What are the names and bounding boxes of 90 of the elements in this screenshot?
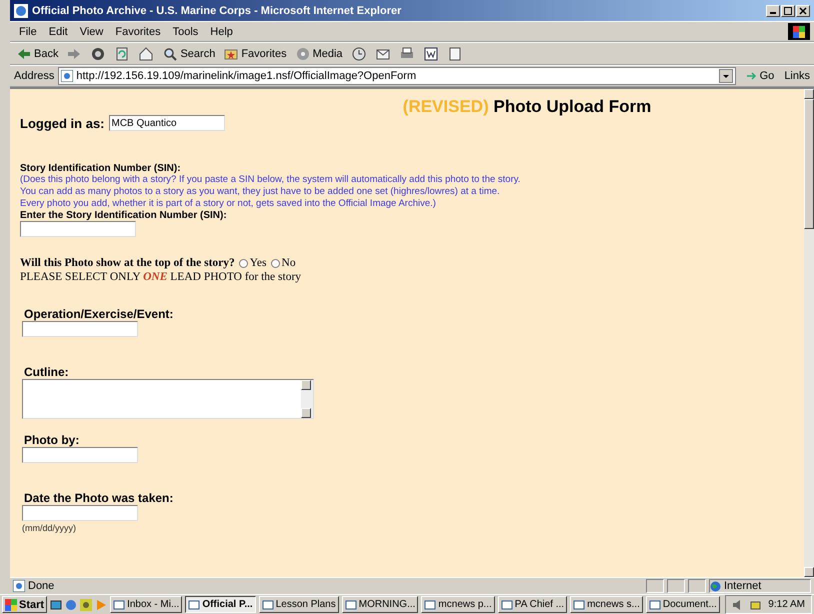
field-label: Photo by:	[24, 433, 80, 447]
taskbar-button[interactable]: Document...	[646, 596, 720, 613]
lead-question: Will this Photo show at the top of the story?	[20, 257, 235, 269]
clock: 9:12 AM	[768, 599, 805, 610]
taskbar-button[interactable]: Official P...	[185, 596, 256, 613]
taskbar-button[interactable]: mcnews s...	[570, 596, 643, 613]
radio-label: No	[282, 257, 296, 269]
windows-logo-icon	[5, 598, 17, 610]
window-icon	[424, 598, 436, 610]
menu-item[interactable]: Help	[205, 26, 238, 38]
status-text: Done	[28, 580, 56, 592]
menu-item[interactable]: Favorites	[110, 26, 166, 38]
text-field[interactable]	[22, 321, 138, 337]
taskbar-button[interactable]: mcnews p...	[421, 596, 495, 613]
document-edit-icon	[422, 46, 439, 62]
stop-icon	[90, 46, 106, 62]
menu-item[interactable]: File	[14, 26, 42, 38]
sin-note: You can add as many photos to a story as you want, they just have to be added one set (highres/lowres) at a time.	[20, 186, 501, 198]
sin-title: Story Identification Number (SIN):	[20, 163, 182, 174]
app-icon[interactable]	[80, 598, 92, 610]
refresh-icon	[114, 46, 130, 62]
status-panel	[646, 579, 664, 593]
window-icon	[344, 598, 357, 610]
cutline-field[interactable]	[22, 379, 314, 419]
page-icon	[61, 70, 74, 82]
minimize-icon	[770, 12, 776, 14]
window-icon	[113, 598, 126, 610]
globe-icon	[710, 580, 721, 592]
minimize-button[interactable]	[766, 4, 780, 16]
address-field[interactable]: http://192.156.19.109/marinelink/image1.nsf/OfficialImage?OpenForm	[58, 67, 736, 85]
close-icon	[799, 6, 807, 14]
taskbar-button[interactable]: PA Chief ...	[498, 596, 568, 613]
caret-icon	[722, 74, 729, 78]
text-field[interactable]	[22, 505, 138, 521]
desktop-icon[interactable]	[50, 598, 62, 610]
address-label: Address	[14, 70, 54, 82]
maximize-icon	[784, 6, 792, 14]
radio-button[interactable]	[270, 258, 280, 268]
taskbar-button[interactable]: MORNING...	[342, 596, 418, 613]
status-panel	[688, 579, 706, 593]
sin-note: Every photo you add, whether it is part of a story or not, gets saved into the Official Image Archive.)	[20, 198, 437, 210]
history-icon	[350, 46, 367, 62]
sin-field[interactable]	[20, 221, 136, 237]
start-button[interactable]: Start	[2, 596, 48, 613]
toolbar-button[interactable]: Search	[160, 46, 218, 62]
window-icon	[500, 598, 513, 610]
field-label: Cutline:	[24, 365, 70, 379]
media-icon	[294, 46, 311, 62]
maximize-button[interactable]	[781, 4, 795, 16]
status-panel	[667, 579, 685, 593]
date-format-hint: (mm/dd/yyyy)	[22, 523, 77, 533]
taskbar-button[interactable]: Lesson Plans	[258, 596, 339, 613]
dropdown-button[interactable]	[718, 69, 733, 83]
links-button[interactable]: Links	[784, 70, 810, 82]
field-label: Operation/Exercise/Event:	[24, 307, 174, 321]
window-icon	[188, 598, 200, 610]
toolbar-button[interactable]: Favorites	[221, 46, 289, 62]
scrollbar[interactable]	[804, 89, 814, 577]
page-icon	[13, 580, 25, 592]
sin-field-label: Enter the Story Identification Number (SIN):	[20, 210, 228, 221]
window-icon	[648, 598, 661, 610]
menu-item[interactable]: Edit	[44, 26, 73, 38]
menu-item[interactable]: Tools	[168, 26, 204, 38]
radio-label: Yes	[250, 257, 267, 269]
radio-button[interactable]	[238, 258, 248, 268]
taskbar-button[interactable]: Inbox - Mi...	[110, 596, 182, 613]
browser-icon	[14, 4, 28, 18]
go-arrow-icon	[746, 70, 758, 82]
menu-item[interactable]: View	[74, 26, 108, 38]
form-heading: Photo Upload Form	[493, 97, 652, 116]
toolbar-button[interactable]: Media	[292, 46, 345, 62]
security-zone: Internet	[724, 580, 762, 592]
toolbar-button[interactable]: Back	[14, 46, 60, 62]
text-field[interactable]	[22, 447, 138, 463]
home-icon	[138, 46, 154, 62]
windows-logo-icon	[788, 23, 810, 40]
network-icon	[750, 598, 762, 610]
search-icon	[162, 46, 178, 62]
revised-label: (REVISED)	[402, 97, 489, 116]
go-button[interactable]: Go	[740, 69, 780, 83]
window-title: Official Photo Archive - U.S. Marine Corps - Microsoft Internet Explorer	[32, 4, 402, 16]
logged-in-label: Logged in as:	[20, 116, 104, 130]
page-icon	[446, 46, 463, 62]
logged-in-field[interactable]: MCB Quantico	[108, 115, 224, 131]
window-icon	[262, 598, 274, 610]
close-button[interactable]	[796, 4, 810, 16]
sin-note: (Does this photo belong with a story? If you paste a SIN below, the system will automatically add this photo to the story.	[20, 174, 522, 186]
window-icon	[573, 598, 586, 610]
lead-notice: PLEASE SELECT ONLY ONE LEAD PHOTO for the story	[20, 271, 302, 283]
field-label: Date the Photo was taken:	[24, 491, 174, 505]
